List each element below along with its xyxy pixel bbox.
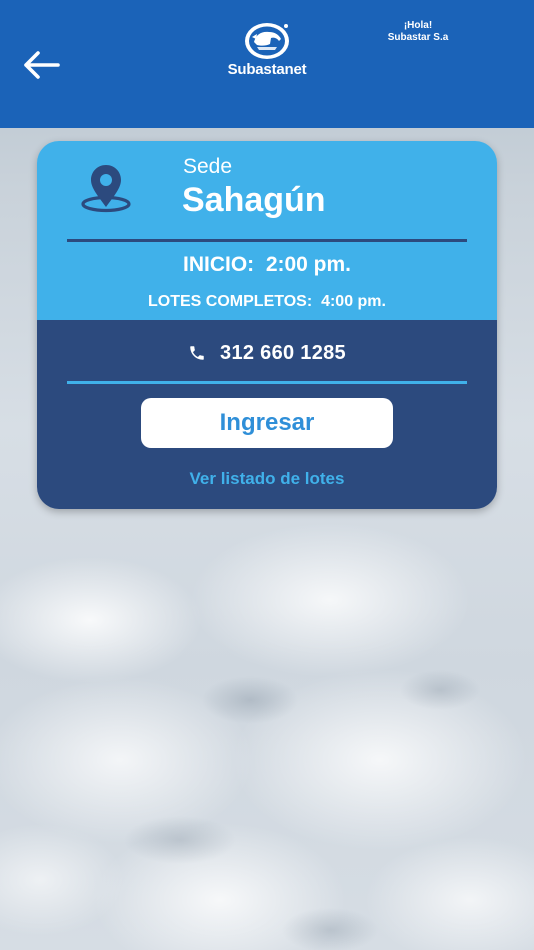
phone-icon <box>190 346 204 360</box>
greeting-username: Subastar S.a <box>387 32 449 43</box>
cow-logo-icon <box>245 23 289 59</box>
sede-card: Sede Sahagún INICIO: 2:00 pm. LOTES COMP… <box>37 141 497 509</box>
subastanet-logo: Subastanet <box>207 20 327 84</box>
brand-name: Subastanet <box>227 61 307 78</box>
divider <box>67 239 467 242</box>
app-header: Subastanet ¡Hola! Subastar S.a <box>0 0 534 128</box>
divider <box>67 381 467 384</box>
greeting-hello: ¡Hola! <box>403 20 433 31</box>
sede-label: Sede <box>183 155 233 178</box>
start-time: INICIO: 2:00 pm. <box>182 253 352 276</box>
sede-card-header: Sede Sahagún INICIO: 2:00 pm. LOTES COMP… <box>37 141 497 320</box>
back-button[interactable] <box>18 45 64 85</box>
ingresar-button[interactable]: Ingresar <box>141 398 393 448</box>
sede-card-body: 312 660 1285 Ingresar Ver listado de lot… <box>37 320 497 509</box>
user-greeting: ¡Hola! Subastar S.a <box>358 20 478 44</box>
sede-name: Sahagún <box>182 181 326 219</box>
phone-contact[interactable]: 312 660 1285 <box>37 339 497 367</box>
phone-number: 312 660 1285 <box>220 341 346 364</box>
location-pin-icon <box>81 165 131 213</box>
arrow-left-icon <box>24 51 60 79</box>
ver-listado-link[interactable]: Ver listado de lotes <box>37 469 497 489</box>
lots-complete-time: LOTES COMPLETOS: 4:00 pm. <box>148 293 386 310</box>
